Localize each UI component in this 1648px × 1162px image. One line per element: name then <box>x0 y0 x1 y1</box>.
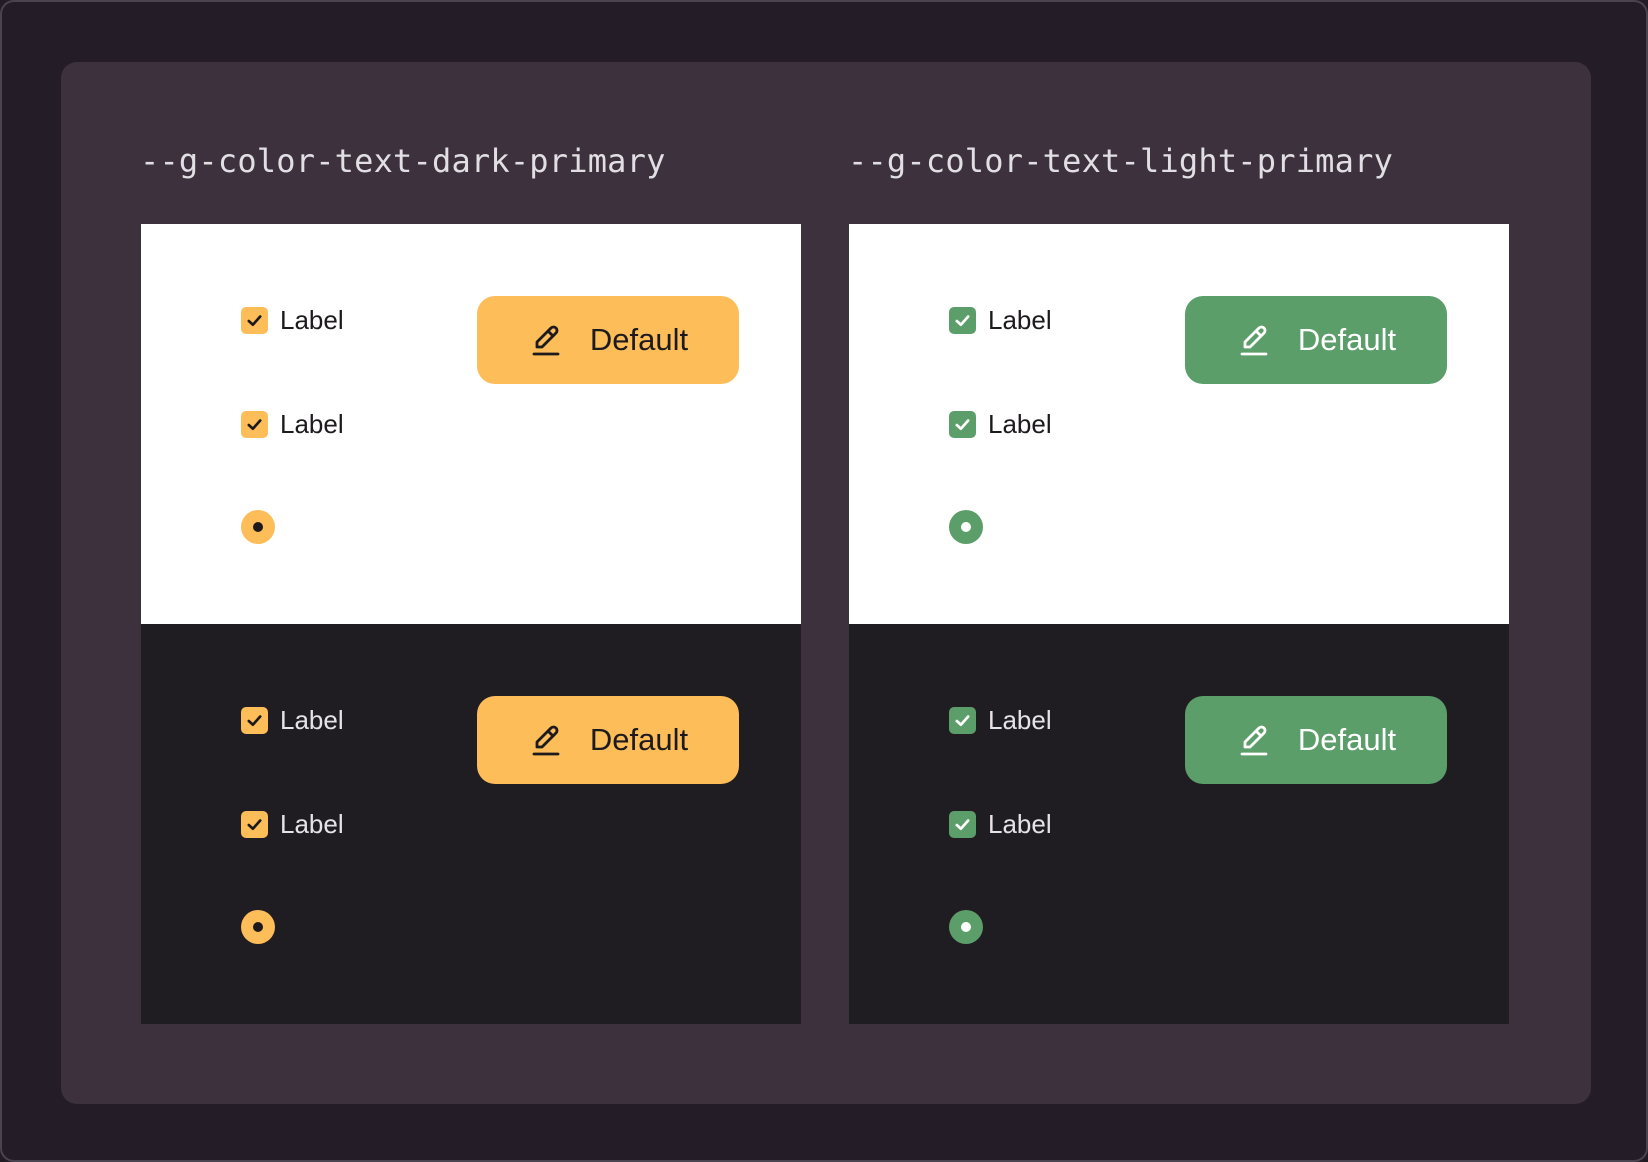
checkbox-label: Label <box>280 809 344 839</box>
checkbox-label: Label <box>280 409 344 439</box>
default-button[interactable]: Default <box>477 296 739 384</box>
button-label: Default <box>589 722 689 757</box>
checkbox-1[interactable]: Label <box>241 305 344 336</box>
radio-selected[interactable] <box>241 510 275 544</box>
checkbox-label: Label <box>988 705 1052 735</box>
radio-selected[interactable] <box>241 910 275 944</box>
checkbox-label: Label <box>988 305 1052 335</box>
column-title-dark-primary: --g-color-text-dark-primary <box>140 142 666 180</box>
checkbox-label: Label <box>988 809 1052 839</box>
check-icon <box>247 819 262 831</box>
pencil-icon <box>1240 325 1268 356</box>
radio-dot <box>253 922 263 932</box>
check-icon <box>247 315 262 327</box>
checkbox-1[interactable]: Label <box>949 305 1052 336</box>
check-icon <box>955 715 970 727</box>
radio-dot <box>253 522 263 532</box>
checkbox-box[interactable] <box>949 811 976 838</box>
checkbox-2[interactable]: Label <box>241 409 344 440</box>
button-label: Default <box>1297 722 1397 757</box>
radio-selected[interactable] <box>949 510 983 544</box>
check-icon <box>955 819 970 831</box>
check-icon <box>955 419 970 431</box>
window-frame: --g-color-text-dark-primary Label Label … <box>0 0 1648 1162</box>
checkbox-box[interactable] <box>949 307 976 334</box>
preview-tile-dark-dark-primary: Label Label Default <box>141 624 801 1024</box>
checkbox-box[interactable] <box>949 707 976 734</box>
checkbox-box[interactable] <box>241 811 268 838</box>
preview-tile-light-dark-primary: Label Label Default <box>141 224 801 624</box>
checkbox-box[interactable] <box>241 707 268 734</box>
checkbox-label: Label <box>280 705 344 735</box>
checkbox-2[interactable]: Label <box>949 809 1052 840</box>
radio-dot <box>961 522 971 532</box>
checkbox-label: Label <box>280 305 344 335</box>
checkbox-1[interactable]: Label <box>241 705 344 736</box>
button-label: Default <box>589 322 689 357</box>
checkbox-2[interactable]: Label <box>949 409 1052 440</box>
preview-tile-dark-light-primary: Label Label Default <box>849 624 1509 1024</box>
default-button[interactable]: Default <box>1185 696 1447 784</box>
pencil-icon <box>532 325 560 356</box>
default-button[interactable]: Default <box>477 696 739 784</box>
radio-selected[interactable] <box>949 910 983 944</box>
pencil-icon <box>1240 725 1268 756</box>
checkbox-2[interactable]: Label <box>241 809 344 840</box>
checkbox-box[interactable] <box>949 411 976 438</box>
checkbox-box[interactable] <box>241 411 268 438</box>
checkbox-1[interactable]: Label <box>949 705 1052 736</box>
radio-dot <box>961 922 971 932</box>
checkbox-box[interactable] <box>241 307 268 334</box>
pencil-icon <box>532 725 560 756</box>
default-button[interactable]: Default <box>1185 296 1447 384</box>
button-label: Default <box>1297 322 1397 357</box>
checkbox-label: Label <box>988 409 1052 439</box>
check-icon <box>247 419 262 431</box>
preview-tile-light-light-primary: Label Label Default <box>849 224 1509 624</box>
check-icon <box>955 315 970 327</box>
column-title-light-primary: --g-color-text-light-primary <box>848 142 1394 180</box>
check-icon <box>247 715 262 727</box>
